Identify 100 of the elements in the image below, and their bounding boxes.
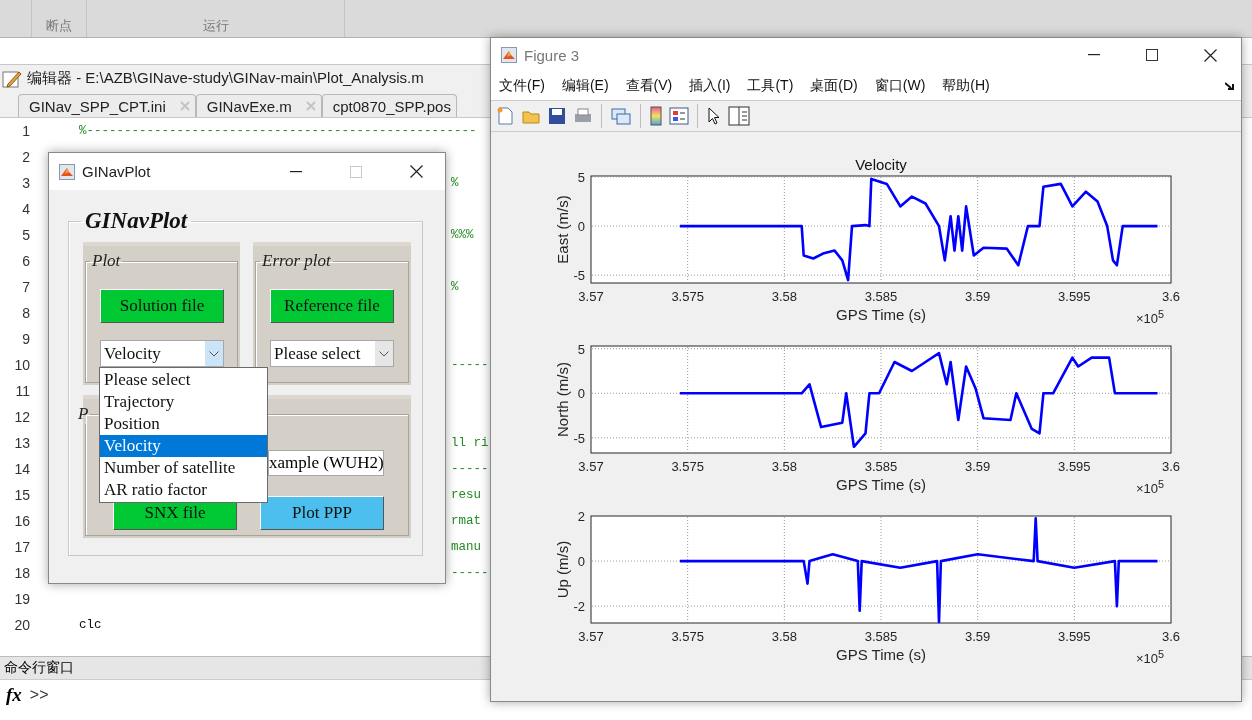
plot-type-select[interactable]: Velocity xyxy=(100,340,224,367)
menu-item[interactable]: 窗口(W) xyxy=(874,77,926,95)
tick-label: 2 xyxy=(577,509,585,524)
axis-exponent: ×10$^{5}$ xyxy=(1136,649,1165,666)
tick-label: 3.595 xyxy=(1058,629,1091,644)
menu-item[interactable]: 查看(V) xyxy=(625,77,673,95)
maximize-icon[interactable] xyxy=(1146,49,1158,61)
tick-label: 3.59 xyxy=(965,629,991,644)
line-number: 4 xyxy=(21,201,30,217)
line-number: 18 xyxy=(13,565,30,581)
axis-label: GPS Time (s) xyxy=(836,646,926,663)
tick-label: 3.6 xyxy=(1161,289,1181,304)
axis-label: North (m/s) xyxy=(554,362,571,437)
dropdown-option[interactable]: Velocity xyxy=(100,435,267,457)
app-icon xyxy=(501,47,517,63)
minimize-icon[interactable] xyxy=(290,170,302,173)
app-icon xyxy=(59,163,75,180)
dropdown-option[interactable]: Please select xyxy=(100,369,267,391)
axis-label: Up (m/s) xyxy=(554,540,571,599)
tick-label: 3.57 xyxy=(578,289,604,304)
tick-label: 3.585 xyxy=(864,459,898,474)
line-number: 8 xyxy=(21,305,30,321)
file-tab[interactable]: GINavExe.m xyxy=(195,94,322,117)
pencil-icon xyxy=(2,68,22,89)
close-icon[interactable] xyxy=(410,165,423,178)
axis-label: GPS Time (s) xyxy=(836,476,926,493)
code-text: clc xyxy=(79,618,102,632)
dropdown-option[interactable]: Position xyxy=(100,413,267,435)
dropdown-option[interactable]: Trajectory xyxy=(100,391,267,413)
panel-title: 命令行窗口 xyxy=(4,659,74,677)
code-text: ll ri xyxy=(451,436,489,450)
tick-label: 3.6 xyxy=(1161,629,1181,644)
line-number: 2 xyxy=(21,149,30,165)
close-icon[interactable] xyxy=(1204,48,1217,62)
code-text: manu xyxy=(451,540,481,554)
chart-title: Velocity xyxy=(855,156,907,173)
code-text: %%% xyxy=(451,228,474,242)
function-browser-button[interactable]: fx xyxy=(0,684,22,706)
axis-label: GPS Time (s) xyxy=(836,306,926,323)
menu-item[interactable]: 编辑(E) xyxy=(561,77,609,95)
code-text: ----- xyxy=(451,462,489,476)
tick-label: 3.595 xyxy=(1058,459,1091,474)
axis-exponent: ×10$^{5}$ xyxy=(1136,479,1165,496)
line-number: 20 xyxy=(13,617,30,633)
menu-item[interactable]: 桌面(D) xyxy=(810,77,858,95)
save-icon[interactable] xyxy=(547,106,567,126)
line-number: 19 xyxy=(13,591,30,607)
line-number: 13 xyxy=(13,435,30,451)
line-number: 15 xyxy=(13,487,30,503)
plot-type-select[interactable]: Please select xyxy=(270,340,394,367)
axis-exponent: ×10$^{5}$ xyxy=(1136,309,1165,326)
menu-item[interactable]: 文件(F) xyxy=(499,77,545,95)
line-number: 17 xyxy=(13,539,30,555)
tick-label: -5 xyxy=(573,268,585,284)
dock-arrow-icon[interactable] xyxy=(1225,81,1235,91)
file-tab[interactable]: GINav_SPP_CPT.ini xyxy=(18,94,196,117)
code-text: % xyxy=(451,176,459,190)
tick-label: 3.575 xyxy=(671,459,704,474)
tick-label: 0 xyxy=(577,219,585,235)
input-field[interactable]: xample (WUH2) xyxy=(268,450,384,476)
line-number: 10 xyxy=(13,357,30,373)
panel-icon[interactable] xyxy=(728,106,750,126)
colorbar-icon[interactable] xyxy=(649,106,663,126)
dropdown-option[interactable]: Number of satellite xyxy=(100,457,267,479)
tick-label: 3.58 xyxy=(771,289,797,304)
minimize-icon[interactable] xyxy=(1088,54,1100,56)
menu-item[interactable]: 工具(T) xyxy=(747,77,794,95)
tick-label: 5 xyxy=(577,170,585,185)
pointer-icon[interactable] xyxy=(706,106,722,126)
line-number: 5 xyxy=(21,227,30,243)
code-text: rmat xyxy=(451,514,481,528)
line-number: 9 xyxy=(21,331,30,347)
file-button[interactable]: Solution file xyxy=(100,289,224,323)
action-button[interactable]: Plot PPP xyxy=(260,496,384,530)
linked-windows-icon[interactable] xyxy=(610,106,632,126)
editor-title: 编辑器 - E:\AZB\GINave-study\GINav-main\Plot_Analysis.m xyxy=(27,69,424,88)
line-number: 14 xyxy=(13,461,30,477)
file-button[interactable]: Reference file xyxy=(270,289,394,323)
file-tab[interactable]: cpt0870_SPP.pos xyxy=(321,94,457,117)
window-title: Figure 3 xyxy=(524,46,581,64)
tick-label: 3.59 xyxy=(965,289,991,304)
tick-label: -2 xyxy=(573,599,585,615)
tick-label: 3.595 xyxy=(1058,289,1091,304)
code-text: % xyxy=(451,280,459,294)
line-number: 7 xyxy=(21,279,30,295)
line-number: 3 xyxy=(21,175,30,191)
tick-label: 3.58 xyxy=(771,459,797,474)
panel-title: Plot xyxy=(91,251,122,271)
panel-title: Error plot xyxy=(261,251,332,271)
tick-label: -5 xyxy=(573,430,585,446)
tick-label: 3.585 xyxy=(864,289,898,304)
menu-item[interactable]: 帮助(H) xyxy=(942,77,990,95)
tick-label: 3.575 xyxy=(671,629,704,644)
menu-item[interactable]: 插入(I) xyxy=(689,77,731,95)
legend-icon[interactable] xyxy=(669,106,689,126)
group-title: GINavPlot xyxy=(84,208,189,234)
tick-label: 3.57 xyxy=(578,629,604,644)
line-number: 6 xyxy=(21,253,30,269)
section-label: 断点 xyxy=(46,17,72,35)
tick-label: 3.575 xyxy=(671,289,704,304)
